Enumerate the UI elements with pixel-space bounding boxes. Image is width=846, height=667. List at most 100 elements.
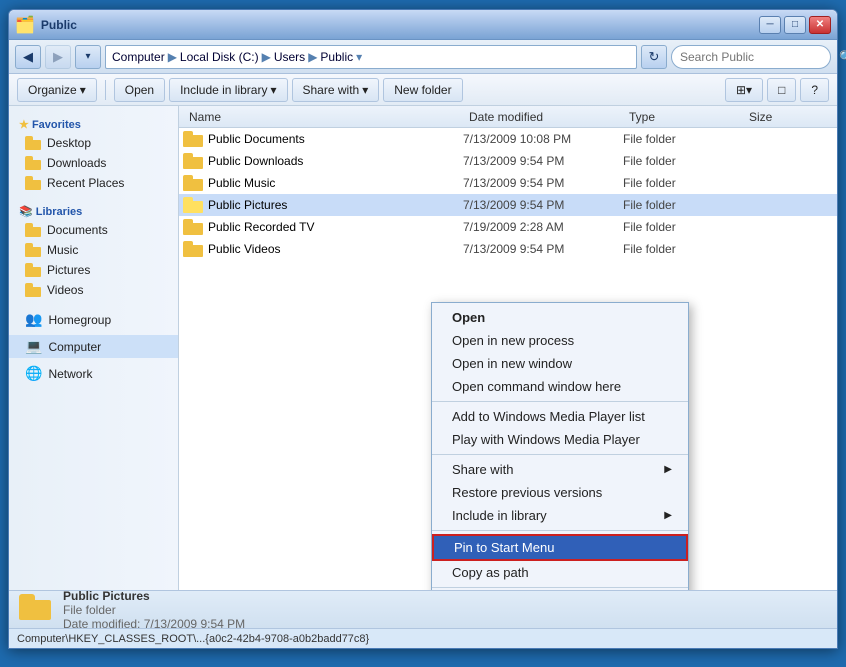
new-folder-button[interactable]: New folder [383,78,462,102]
ctx-open-new-process[interactable]: Open in new process [432,329,688,352]
table-row[interactable]: Public Videos 7/13/2009 9:54 PM File fol… [179,238,837,260]
breadcrumb-public[interactable]: Public [320,50,353,64]
ctx-play-wmp[interactable]: Play with Windows Media Player [432,428,688,451]
file-type-cell: File folder [623,220,743,234]
table-row[interactable]: Public Downloads 7/13/2009 9:54 PM File … [179,150,837,172]
ctx-share-with-arrow: ▶ [664,464,672,475]
ctx-separator-2 [432,454,688,455]
breadcrumb[interactable]: Computer ▶ Local Disk (C:) ▶ Users ▶ Pub… [105,45,637,69]
file-name-text: Public Music [208,176,275,190]
back-button[interactable]: ◀ [15,45,41,69]
ctx-open-command-window[interactable]: Open command window here [432,375,688,398]
preview-button[interactable]: □ [767,78,796,102]
recent-button[interactable]: ▾ [75,45,101,69]
libraries-section-title: 📚 Libraries [9,201,178,220]
breadcrumb-sep2: ▶ [262,50,271,64]
col-header-name[interactable]: Name [183,110,463,124]
views-button[interactable]: ⊞▾ [725,78,763,102]
table-row[interactable]: Public Documents 7/13/2009 10:08 PM File… [179,128,837,150]
music-label: Music [47,243,78,257]
organize-button[interactable]: Organize ▾ [17,78,97,102]
sidebar-item-homegroup[interactable]: 👥 Homegroup [9,308,178,331]
ctx-share-with-label: Share with [452,462,513,477]
breadcrumb-users[interactable]: Users [274,50,305,64]
file-type-cell: File folder [623,242,743,256]
sidebar-item-recent-places[interactable]: Recent Places [9,173,178,193]
search-icon: 🔍 [839,50,846,64]
pictures-icon [25,263,41,277]
table-row[interactable]: Public Recorded TV 7/19/2009 2:28 AM Fil… [179,216,837,238]
open-button[interactable]: Open [114,78,165,102]
table-row[interactable]: Public Pictures 7/13/2009 9:54 PM File f… [179,194,837,216]
ctx-open-new-window[interactable]: Open in new window [432,352,688,375]
file-name-cell: Public Downloads [183,153,463,169]
toolbar-right: ⊞▾ □ ? [725,78,829,102]
file-view: Name Date modified Type Size Public Docu… [179,106,837,590]
search-box[interactable]: 🔍 [671,45,831,69]
main-area: ★ Favorites Desktop Downloads Recent Pla… [9,106,837,590]
minimize-button[interactable]: ─ [759,16,781,34]
favorites-section-title: ★ Favorites [9,114,178,133]
share-with-button[interactable]: Share with ▾ [292,78,380,102]
col-header-type[interactable]: Type [623,110,743,124]
table-row[interactable]: Public Music 7/13/2009 9:54 PM File fold… [179,172,837,194]
ctx-include-library-label: Include in library [452,508,547,523]
sidebar-item-documents[interactable]: Documents [9,220,178,240]
help-button[interactable]: ? [800,78,829,102]
file-date-cell: 7/13/2009 10:08 PM [463,132,623,146]
ctx-include-library-arrow: ▶ [664,510,672,521]
ctx-share-with[interactable]: Share with ▶ [432,458,688,481]
folder-icon [183,175,203,191]
close-button[interactable]: ✕ [809,16,831,34]
ctx-include-library[interactable]: Include in library ▶ [432,504,688,527]
sidebar-item-desktop[interactable]: Desktop [9,133,178,153]
refresh-button[interactable]: ↻ [641,45,667,69]
sidebar-item-videos[interactable]: Videos [9,280,178,300]
ctx-pin-start[interactable]: Pin to Start Menu [432,534,688,561]
ctx-open[interactable]: Open [432,306,688,329]
homegroup-label: Homegroup [48,313,111,327]
toolbar-separator-1 [105,80,106,100]
file-name-cell: Public Recorded TV [183,219,463,235]
music-icon [25,243,41,257]
desktop-label: Desktop [47,136,91,150]
ctx-separator-3 [432,530,688,531]
downloads-icon [25,156,41,170]
sidebar-item-pictures[interactable]: Pictures [9,260,178,280]
file-name-cell: Public Music [183,175,463,191]
title-buttons: ─ □ ✕ [759,16,831,34]
file-date-cell: 7/13/2009 9:54 PM [463,198,623,212]
maximize-button[interactable]: □ [784,16,806,34]
forward-button[interactable]: ▶ [45,45,71,69]
col-header-size[interactable]: Size [743,110,823,124]
recent-places-label: Recent Places [47,176,124,190]
sidebar-item-computer[interactable]: 💻 Computer [9,335,178,358]
ctx-copy-path[interactable]: Copy as path [432,561,688,584]
title-bar: 🗂️ Public ─ □ ✕ [9,10,837,40]
ctx-restore-versions[interactable]: Restore previous versions [432,481,688,504]
ctx-add-wmp[interactable]: Add to Windows Media Player list [432,405,688,428]
ctx-separator-1 [432,401,688,402]
breadcrumb-sep3: ▶ [308,50,317,64]
column-headers: Name Date modified Type Size [179,106,837,128]
status-info: Public Pictures File folder Date modifie… [63,589,245,631]
toolbar: Organize ▾ Open Include in library ▾ Sha… [9,74,837,106]
pictures-label: Pictures [47,263,90,277]
file-name-text: Public Documents [208,132,305,146]
file-name-cell: Public Pictures [183,197,463,213]
new-folder-label: New folder [394,83,451,97]
breadcrumb-computer[interactable]: Computer [112,50,165,64]
videos-icon [25,283,41,297]
folder-icon [183,219,203,235]
breadcrumb-dropdown[interactable]: ▾ [356,50,362,64]
documents-icon [25,223,41,237]
sidebar-item-network[interactable]: 🌐 Network [9,362,178,385]
folder-icon [183,153,203,169]
include-library-button[interactable]: Include in library ▾ [169,78,287,102]
sidebar-item-downloads[interactable]: Downloads [9,153,178,173]
search-input[interactable] [680,50,835,64]
sidebar-item-music[interactable]: Music [9,240,178,260]
col-header-date[interactable]: Date modified [463,110,623,124]
file-type-cell: File folder [623,132,743,146]
breadcrumb-localdisk[interactable]: Local Disk (C:) [180,50,259,64]
